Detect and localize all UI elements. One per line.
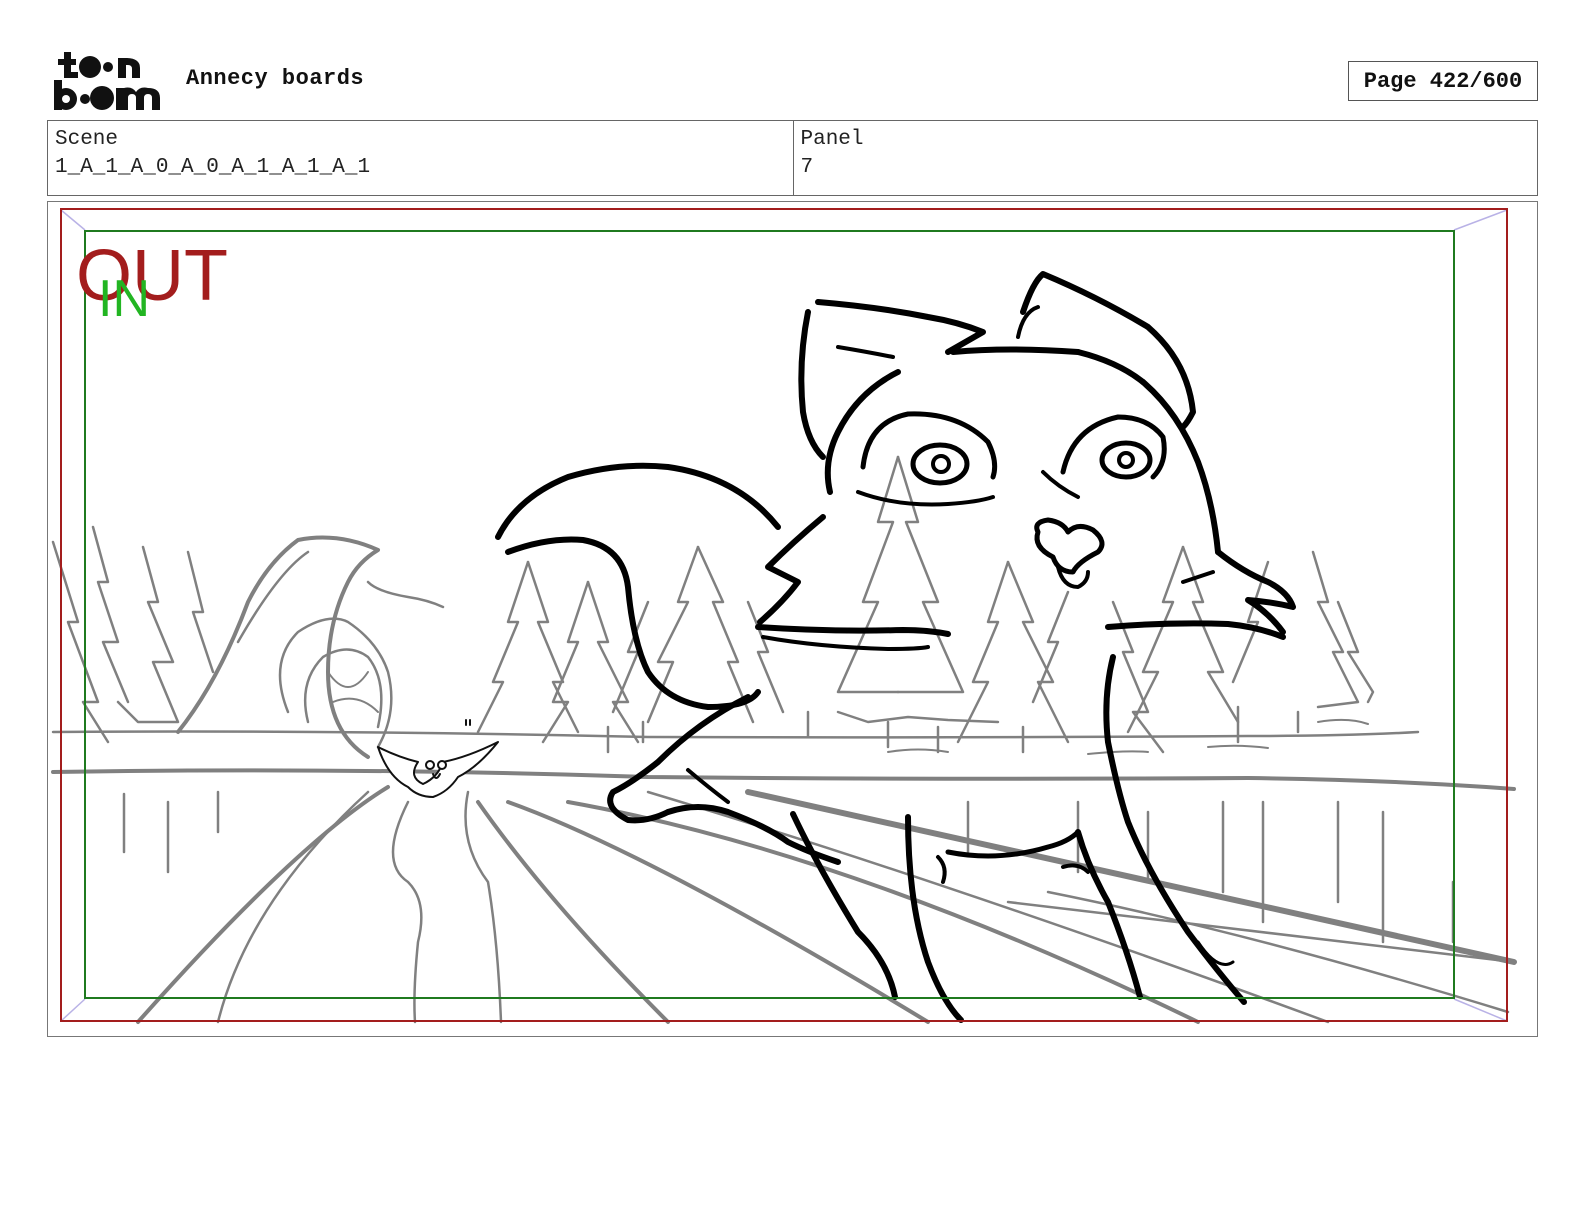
camera-guides xyxy=(60,209,1508,1022)
panel-label: Panel xyxy=(800,128,864,151)
scene-label: Scene xyxy=(55,128,119,151)
scene-value: 1_A_1_A_0_A_0_A_1_A_1_A_1 xyxy=(55,156,371,179)
scene-cell: Scene 1_A_1_A_0_A_0_A_1_A_1_A_1 xyxy=(48,121,793,195)
scene-panel-info-table: Scene 1_A_1_A_0_A_0_A_1_A_1_A_1 Panel 7 xyxy=(47,120,1538,196)
document-title: Annecy boards xyxy=(186,66,365,91)
character-sketch xyxy=(495,271,1296,1023)
storyboard-panel: OUT IN xyxy=(47,201,1538,1037)
panel-drawing: OUT IN xyxy=(51,208,1517,1024)
panel-cell: Panel 7 xyxy=(792,121,1538,195)
in-label: IN xyxy=(98,270,150,328)
panel-value: 7 xyxy=(800,156,814,179)
out-frame xyxy=(60,208,1508,1022)
background-sketch xyxy=(51,455,1517,1024)
toon-boom-logo xyxy=(54,52,160,110)
page-number: Page 422/600 xyxy=(1348,61,1538,101)
